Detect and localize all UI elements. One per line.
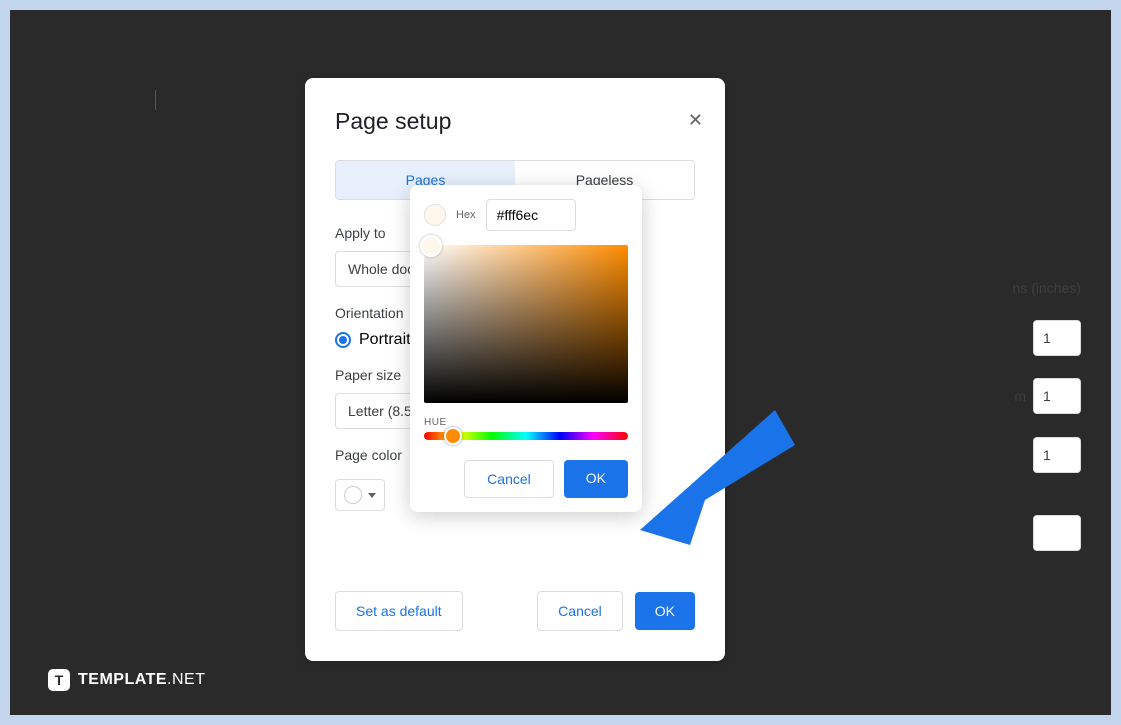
watermark-logo-icon: T — [48, 669, 70, 691]
hue-slider[interactable] — [424, 432, 628, 440]
dialog-ok-button[interactable]: OK — [635, 592, 695, 630]
hue-handle[interactable] — [444, 427, 462, 445]
radio-icon — [335, 332, 351, 348]
dialog-title: Page setup — [335, 108, 695, 135]
color-swatch-icon — [344, 486, 362, 504]
color-picker-footer: Cancel OK — [424, 460, 628, 498]
watermark: T TEMPLATE.NET — [48, 669, 205, 691]
color-picker-cancel-button[interactable]: Cancel — [464, 460, 554, 498]
document-cursor — [155, 90, 156, 110]
margin-bottom-input[interactable] — [1033, 378, 1081, 414]
margin-bottom-label-fragment: m — [1014, 388, 1026, 404]
page-color-button[interactable] — [335, 479, 385, 511]
portrait-label: Portrait — [359, 331, 411, 349]
color-picker-header: Hex — [424, 199, 628, 231]
hex-input[interactable] — [486, 199, 576, 231]
saturation-value-area-wrap — [424, 245, 628, 403]
sv-handle[interactable] — [420, 235, 442, 257]
color-preview-swatch — [424, 204, 446, 226]
color-picker-popover: Hex HUE Cancel OK — [410, 185, 642, 512]
saturation-value-area[interactable] — [424, 245, 628, 403]
margin-right-input-partial[interactable] — [1033, 515, 1081, 551]
watermark-text: TEMPLATE.NET — [78, 671, 205, 689]
margins-label: ns (inches) — [1013, 280, 1081, 296]
dialog-cancel-button[interactable]: Cancel — [537, 591, 623, 631]
color-picker-ok-button[interactable]: OK — [564, 460, 628, 498]
hex-label: Hex — [456, 209, 476, 221]
margin-top-input[interactable] — [1033, 320, 1081, 356]
dialog-footer: Set as default Cancel OK — [335, 591, 695, 631]
caret-down-icon — [368, 493, 376, 498]
margin-left-input[interactable] — [1033, 437, 1081, 473]
app-frame: Page setup ✕ Pages Pageless Apply to Who… — [10, 10, 1111, 715]
set-as-default-button[interactable]: Set as default — [335, 591, 463, 631]
close-icon[interactable]: ✕ — [688, 110, 703, 131]
